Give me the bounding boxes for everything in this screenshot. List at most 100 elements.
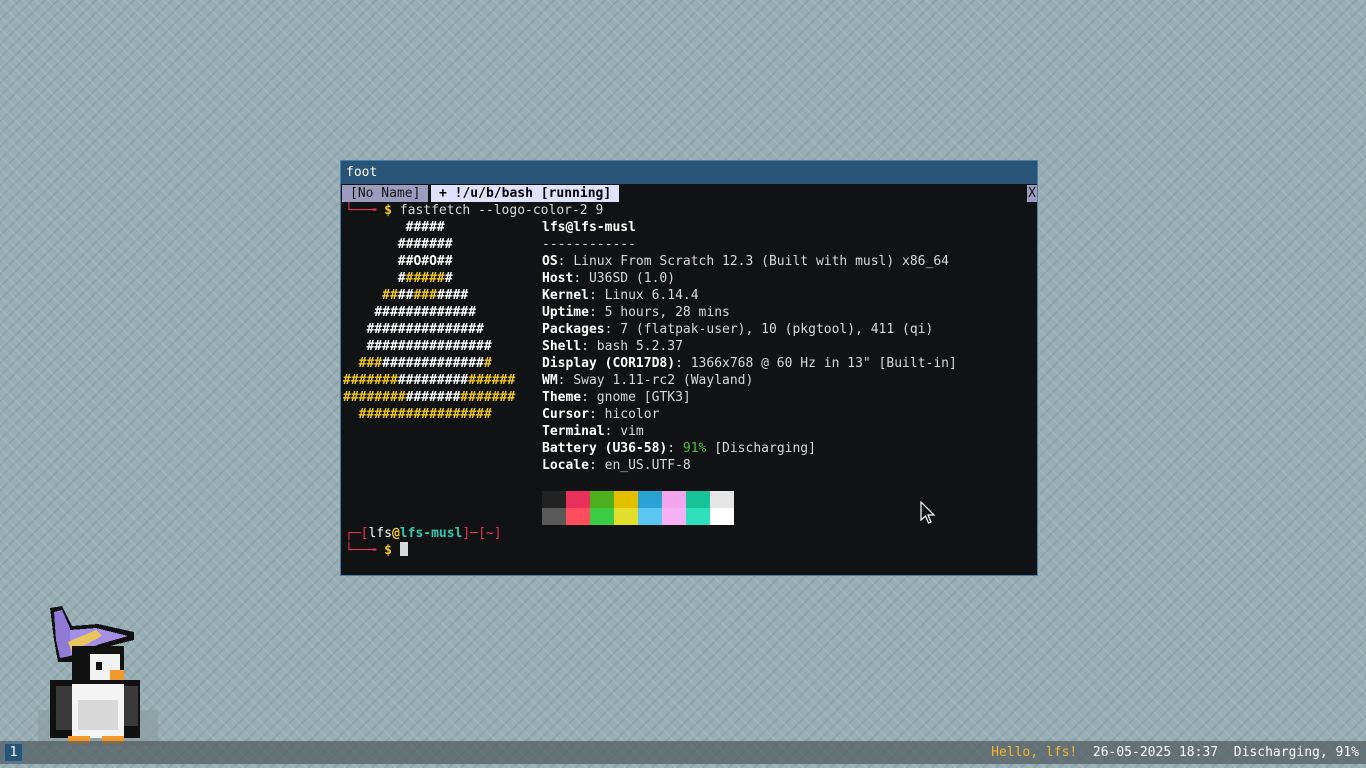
color-swatch (638, 491, 662, 508)
info-key: OS (542, 254, 558, 269)
info-key: Locale (542, 458, 589, 473)
ascii-logo-segment: ### (358, 356, 383, 371)
info-value: en_US.UTF-8 (604, 458, 691, 473)
ascii-logo-line: ###################### (343, 389, 515, 406)
info-value: bash 5.2.37 (596, 339, 683, 354)
ascii-logo-line: ###################### (343, 372, 515, 389)
info-key-separator: : (675, 356, 691, 371)
color-swatch (662, 508, 686, 525)
ascii-logo-segment: ##### (405, 271, 445, 286)
info-key-separator: : (573, 271, 589, 286)
info-row: Packages: 7 (flatpak-user), 10 (pkgtool)… (542, 321, 933, 338)
prompt-dollar: $ (384, 203, 392, 218)
ascii-logo-segment: # (444, 271, 453, 286)
info-key-separator: : (588, 458, 605, 473)
ascii-logo-segment: ## (382, 288, 398, 303)
info-key-separator: : (667, 441, 683, 456)
tab-close-button[interactable]: X (1027, 185, 1037, 202)
color-swatch (542, 491, 566, 508)
ascii-logo-segment: ####### (343, 373, 398, 388)
info-row: Shell: bash 5.2.37 (542, 338, 683, 355)
info-value: 1366x768 @ 60 Hz in 13" [Built-in] (690, 356, 957, 371)
battery-percent: 91% (682, 441, 707, 456)
tab-bash-running[interactable]: + !/u/b/bash [running] (431, 185, 620, 202)
info-key: Host (542, 271, 574, 286)
info-row: Host: U36SD (1.0) (542, 270, 675, 287)
color-swatch (638, 508, 662, 525)
status-battery: Discharging, 91% (1233, 745, 1359, 760)
ascii-logo-line: ################# (359, 406, 492, 423)
info-value: vim (620, 424, 644, 439)
color-swatch (542, 508, 566, 525)
color-swatch (686, 508, 710, 525)
ascii-logo-segment: ######## (343, 390, 406, 405)
info-key-separator: : (588, 407, 605, 422)
status-text: Hello, lfs! 26-05-2025 18:37 Discharging… (991, 741, 1359, 764)
ascii-logo-segment: ############# (382, 356, 484, 371)
info-value: Linux 6.14.4 (604, 288, 699, 303)
ascii-logo-line: ################# (359, 355, 492, 372)
prompt-corner: └──╼ (345, 203, 377, 218)
color-palette-normal (542, 491, 734, 508)
info-key: Theme (542, 390, 582, 405)
info-key-separator: : (588, 305, 605, 320)
color-swatch (566, 508, 590, 525)
ascii-logo-line: ########### (382, 287, 468, 304)
color-swatch (590, 508, 614, 525)
status-bar: 1 Hello, lfs! 26-05-2025 18:37 Dischargi… (0, 741, 1366, 764)
mouse-pointer-icon (920, 501, 936, 524)
info-key: Battery (U36-58) (542, 441, 668, 456)
info-value: Linux From Scratch 12.3 (Built with musl… (573, 254, 949, 269)
prompt-user: lfs (368, 526, 392, 541)
info-key-separator: : (604, 424, 621, 439)
info-row: Display (COR17D8): 1366x768 @ 60 Hz in 1… (542, 355, 957, 372)
window-titlebar[interactable]: foot (341, 161, 1037, 184)
info-key: Uptime (542, 305, 589, 320)
prompt-bracket: ┌─[ (345, 526, 369, 541)
ascii-logo-segment: ## (397, 288, 414, 303)
shell-prompt: ┌─[lfs@lfs-musl]─[~] (345, 525, 502, 542)
ascii-logo-line: ############# (374, 304, 476, 321)
info-key: Kernel (542, 288, 589, 303)
info-key: WM (542, 373, 558, 388)
command-text: fastfetch --logo-color-2 9 (399, 203, 604, 218)
text-cursor (399, 542, 408, 556)
info-key: Packages (542, 322, 605, 337)
color-swatch (614, 491, 638, 508)
command-line: └──╼ $ fastfetch --logo-color-2 9 (345, 202, 603, 219)
color-swatch (590, 491, 614, 508)
tab-no-name[interactable]: [No Name] (342, 185, 429, 202)
ascii-logo-line: ##O#O## (398, 253, 453, 270)
window-title: foot (346, 165, 378, 180)
info-key-separator: : (581, 339, 597, 354)
shell-input-line[interactable]: └──╼ $ (345, 542, 408, 559)
info-row-locale: Locale: en_US.UTF-8 (542, 457, 691, 474)
status-datetime: 26-05-2025 18:37 (1092, 745, 1219, 760)
info-row: WM: Sway 1.11-rc2 (Wayland) (542, 372, 753, 389)
info-row-battery: Battery (U36-58): 91% [Discharging] (542, 440, 816, 457)
ascii-logo-line: ##### (406, 219, 445, 236)
vim-tabline: [No Name] + !/u/b/bash [running] X (341, 185, 1037, 202)
color-swatch (614, 508, 638, 525)
info-row: Terminal: vim (542, 423, 644, 440)
prompt-dollar: $ (384, 543, 392, 558)
info-value: U36SD (1.0) (588, 271, 676, 286)
color-palette-bright (542, 508, 734, 525)
info-row: Cursor: hicolor (542, 406, 659, 423)
info-value: hicolor (604, 407, 660, 422)
info-row: OS: Linux From Scratch 12.3 (Built with … (542, 253, 949, 270)
color-swatch (566, 491, 590, 508)
ascii-logo-segment: ###### (468, 373, 516, 388)
info-key-separator: : (557, 373, 574, 388)
ascii-logo-segment: ############# (374, 305, 477, 320)
ascii-logo-segment: ### (413, 288, 437, 303)
workspace-button-1[interactable]: 1 (4, 743, 23, 762)
ascii-logo-segment: ############### (366, 322, 484, 337)
ascii-logo-line: ################ (366, 338, 491, 355)
color-swatch (710, 491, 734, 508)
ascii-logo-segment: # (397, 271, 406, 286)
ascii-logo-segment: #### (436, 288, 469, 303)
penguin-wizard-mascot (38, 606, 158, 746)
info-separator: ------------ (542, 237, 636, 252)
info-row: Uptime: 5 hours, 28 mins (542, 304, 730, 321)
